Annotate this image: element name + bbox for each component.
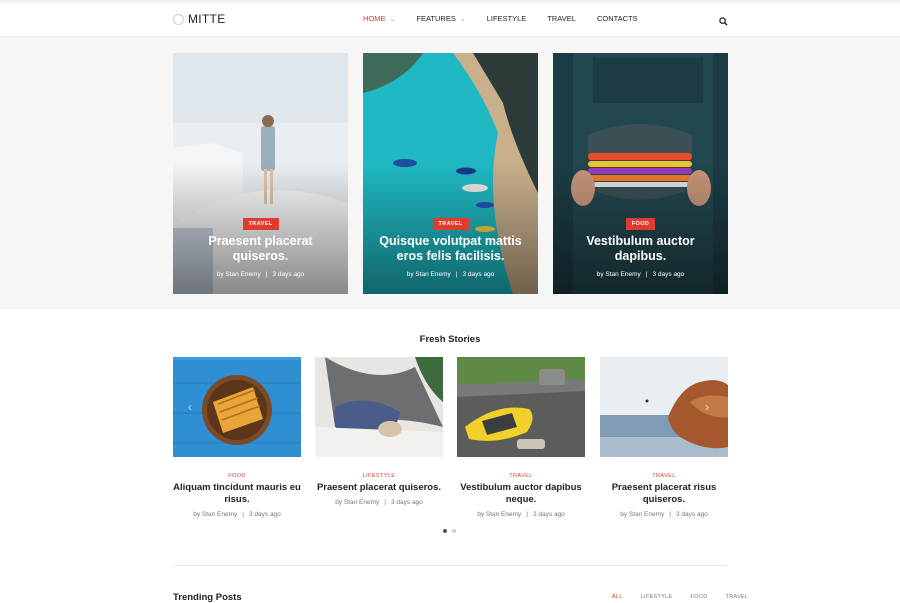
story-category[interactable]: TRAVEL — [457, 473, 585, 479]
pagination-dot-active[interactable] — [443, 529, 447, 533]
logo[interactable]: MITTE — [173, 12, 226, 26]
nav-label: FEATURES — [416, 14, 456, 23]
site-header: MITTE HOME ⌄ FEATURES ⌄ LIFESTYLE TRAVEL C… — [0, 3, 900, 37]
filter-food[interactable]: FOOD — [690, 594, 707, 600]
post-author[interactable]: by Stan Enemy — [217, 271, 261, 278]
post-author[interactable]: by Stan Enemy — [597, 271, 641, 278]
featured-content: TRAVEL Quisque volutpat mattis eros feli… — [363, 212, 538, 278]
featured-card[interactable]: TRAVEL Quisque volutpat mattis eros feli… — [363, 53, 538, 294]
nav-item-contacts[interactable]: CONTACTS — [597, 14, 638, 23]
story-card[interactable]: LIFESTYLE Praesent placerat quiseros. by… — [315, 357, 443, 506]
meta-separator: | — [242, 511, 244, 518]
post-date: 3 days ago — [532, 511, 565, 518]
meta-separator: | — [645, 271, 648, 278]
search-icon[interactable] — [719, 17, 728, 26]
chevron-down-icon: ⌄ — [389, 15, 396, 23]
story-meta: by Stan Enemy | 3 days ago — [600, 511, 728, 518]
post-author[interactable]: by Stan Enemy — [407, 271, 451, 278]
featured-content: FOOD Vestibulum auctor dapibus. by Stan … — [553, 212, 728, 278]
section-title-trending: Trending Posts — [173, 592, 242, 603]
chevron-down-icon: ⌄ — [459, 15, 466, 23]
story-card[interactable]: TRAVEL Vestibulum auctor dapibus neque. … — [457, 357, 585, 518]
nav-label: HOME — [363, 14, 386, 23]
post-date: 3 days ago — [248, 511, 281, 518]
nav-item-travel[interactable]: TRAVEL — [547, 14, 576, 23]
nav-label: TRAVEL — [547, 14, 576, 23]
category-badge[interactable]: TRAVEL — [242, 218, 279, 230]
meta-separator: | — [455, 271, 458, 278]
logo-icon — [173, 13, 184, 25]
section-divider — [173, 565, 727, 566]
nav-label: LIFESTYLE — [486, 14, 527, 23]
filter-lifestyle[interactable]: LIFESTYLE — [641, 594, 673, 600]
post-date: 3 days ago — [675, 511, 708, 518]
category-badge[interactable]: TRAVEL — [432, 218, 469, 230]
nav-item-features[interactable]: FEATURES ⌄ — [416, 14, 465, 23]
post-date: 3 days ago — [652, 271, 685, 278]
post-date: 3 days ago — [390, 499, 423, 506]
story-category[interactable]: TRAVEL — [600, 473, 728, 479]
story-category[interactable]: LIFESTYLE — [315, 473, 443, 479]
nav-label: CONTACTS — [596, 14, 638, 23]
featured-content: TRAVEL Praesent placerat quiseros. by St… — [173, 212, 348, 278]
post-date: 3 days ago — [272, 271, 305, 278]
pagination-dot[interactable] — [452, 529, 456, 533]
nav-item-home[interactable]: HOME ⌄ — [363, 14, 395, 23]
section-title: Fresh Stories — [419, 334, 481, 345]
meta-separator: | — [526, 511, 528, 518]
post-title[interactable]: Vestibulum auctor dapibus. — [563, 234, 718, 264]
site-name: MITTE — [188, 12, 226, 26]
story-card[interactable]: FOOD Aliquam tincidunt mauris eu risus. … — [173, 357, 301, 518]
story-image — [457, 357, 585, 457]
story-title[interactable]: Aliquam tincidunt mauris eu risus. — [173, 482, 301, 506]
meta-separator: | — [265, 271, 268, 278]
story-title[interactable]: Praesent placerat quiseros. — [315, 482, 443, 494]
story-meta: by Stan Enemy | 3 days ago — [173, 511, 301, 518]
category-badge[interactable]: FOOD — [625, 218, 656, 230]
post-date: 3 days ago — [462, 271, 495, 278]
featured-card[interactable]: FOOD Vestibulum auctor dapibus. by Stan … — [553, 53, 728, 294]
story-title[interactable]: Vestibulum auctor dapibus neque. — [457, 482, 585, 506]
post-meta: by Stan Enemy | 3 days ago — [563, 271, 718, 278]
post-author[interactable]: by Stan Enemy — [193, 511, 237, 518]
featured-posts: TRAVEL Praesent placerat quiseros. by St… — [0, 37, 900, 309]
story-category[interactable]: FOOD — [173, 473, 301, 479]
story-meta: by Stan Enemy | 3 days ago — [315, 499, 443, 506]
trending-filters: ALL LIFESTYLE FOOD TRAVEL — [612, 594, 748, 600]
featured-card[interactable]: TRAVEL Praesent placerat quiseros. by St… — [173, 53, 348, 294]
story-image — [173, 357, 301, 457]
slider-prev-arrow-icon[interactable]: ‹ — [188, 400, 192, 414]
slider-pagination — [443, 529, 456, 533]
filter-all[interactable]: ALL — [612, 594, 623, 600]
story-meta: by Stan Enemy | 3 days ago — [457, 511, 585, 518]
post-meta: by Stan Enemy | 3 days ago — [183, 271, 338, 278]
nav-item-lifestyle[interactable]: LIFESTYLE — [487, 14, 527, 23]
story-title[interactable]: Praesent placerat risus quiseros. — [600, 482, 728, 506]
slider-next-arrow-icon[interactable]: › — [705, 400, 709, 414]
story-card[interactable]: TRAVEL Praesent placerat risus quiseros.… — [600, 357, 728, 518]
meta-separator: | — [384, 499, 386, 506]
post-title[interactable]: Praesent placerat quiseros. — [183, 234, 338, 264]
post-meta: by Stan Enemy | 3 days ago — [373, 271, 528, 278]
filter-travel[interactable]: TRAVEL — [726, 594, 749, 600]
story-image — [315, 357, 443, 457]
post-author[interactable]: by Stan Enemy — [620, 511, 664, 518]
post-title[interactable]: Quisque volutpat mattis eros felis facil… — [373, 234, 528, 264]
post-author[interactable]: by Stan Enemy — [335, 499, 379, 506]
post-author[interactable]: by Stan Enemy — [477, 511, 521, 518]
meta-separator: | — [669, 511, 671, 518]
main-nav: HOME ⌄ FEATURES ⌄ LIFESTYLE TRAVEL CONTACT… — [363, 14, 659, 23]
